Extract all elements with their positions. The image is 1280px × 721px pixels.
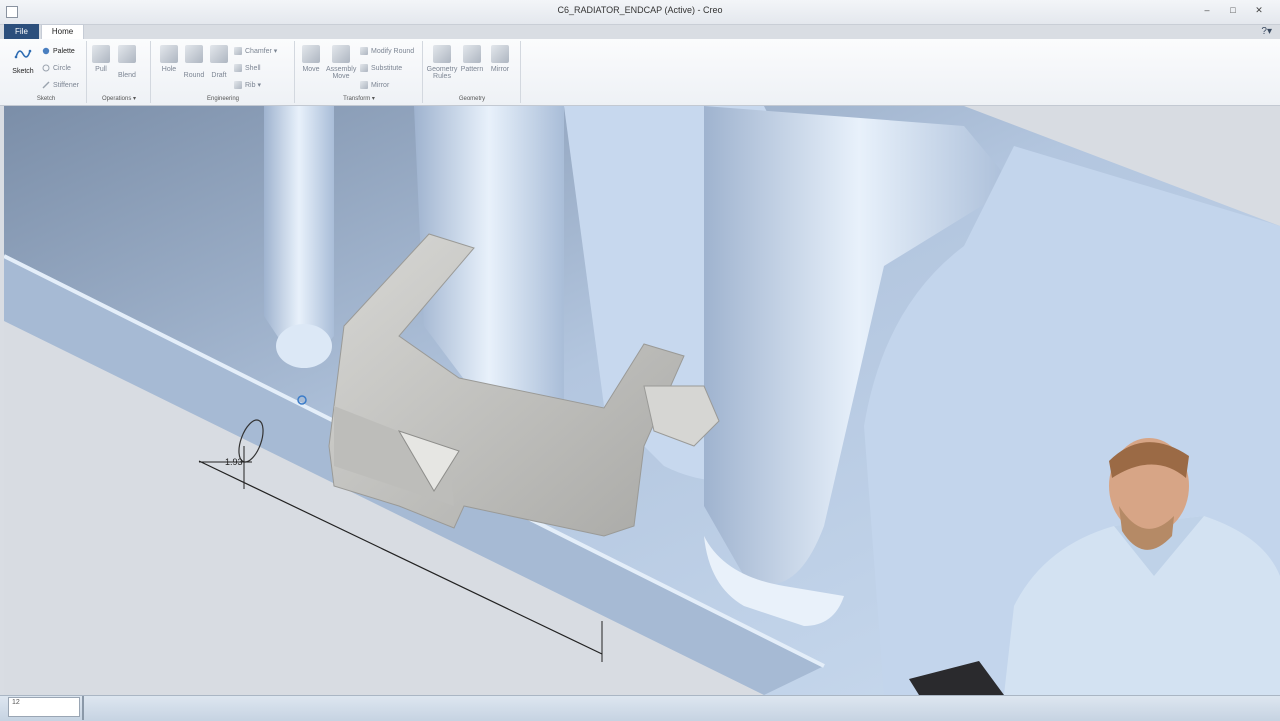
round-icon [185,45,203,63]
transform-mirror-button[interactable]: Mirror [360,80,389,90]
circle-button[interactable]: Circle [42,63,71,73]
engineering-group: Hole Round Draft Chamfer ▾ Shell Rib ▾ E… [152,41,295,103]
tab-file[interactable]: File [4,24,39,39]
modify-round-icon [360,47,368,55]
mirror-geometry-icon [491,45,509,63]
assembly-move-button[interactable]: Assembly Move [326,45,356,80]
dimension-value[interactable]: 1.93 [225,457,243,467]
geometry-mirror-button[interactable]: Mirror [486,45,514,73]
rib-button[interactable]: Rib ▾ [234,80,261,90]
assembly-move-icon [332,45,350,63]
geometry-rules-icon [433,45,451,63]
pull-button[interactable]: Pull [88,45,114,73]
pattern-icon [463,45,481,63]
shell-icon [234,64,242,72]
stiffener-icon [42,81,50,89]
substitute-button[interactable]: Substitute [360,63,402,73]
maximize-button[interactable]: □ [1226,5,1240,16]
rib-1 [264,106,334,354]
close-button[interactable]: ✕ [1252,5,1266,16]
stiffener-button[interactable]: Stiffener [42,80,79,90]
chamfer-icon [234,47,242,55]
draft-icon [210,45,228,63]
minimize-button[interactable]: – [1200,5,1214,16]
graphics-window[interactable]: 1.93 [4,106,1280,695]
shell-button[interactable]: Shell [234,63,261,73]
model-viewport[interactable]: 1.93 [4,106,1280,695]
sketch-group-label: Sketch [36,96,56,102]
hole-icon [160,45,178,63]
tab-home[interactable]: Home [40,24,85,39]
status-bar: 12 [0,695,1280,721]
engineering-group-label: Engineering [206,96,240,102]
modify-round-button[interactable]: Modify Round [360,46,414,56]
status-divider [82,696,84,720]
rib-icon [234,81,242,89]
move-icon [302,45,320,63]
sketch-group: Sketch Palette Circle Stiffener Sketch [6,41,87,103]
sketch-icon [14,49,32,59]
ribbon-tabs: File Home [4,24,85,39]
transform-group: Move Assembly Move Modify Round Substitu… [296,41,423,103]
ribbon: Sketch Palette Circle Stiffener Sketch P… [0,39,1280,106]
transform-group-label[interactable]: Transform ▾ [296,95,422,102]
blend-button[interactable]: Blend [114,45,140,79]
operations-group: Pull Blend Operations ▾ [88,41,151,103]
pull-icon [92,45,110,63]
chamfer-button[interactable]: Chamfer ▾ [234,46,277,56]
geometry-rules-button[interactable]: Geometry Rules [426,45,458,80]
move-button[interactable]: Move [298,45,324,73]
geometry-group-label: Geometry [458,96,486,102]
substitute-icon [360,64,368,72]
status-input[interactable]: 12 [8,697,80,717]
help-icon[interactable]: ?▾ [1261,26,1272,37]
circle-icon [42,64,50,72]
pattern-button[interactable]: Pattern [458,45,486,73]
hole-button[interactable]: Hole [156,45,182,73]
draft-button[interactable]: Draft [206,45,232,79]
title-bar: C6_RADIATOR_ENDCAP (Active) - Creo – □ ✕ [0,0,1280,25]
mirror-icon [360,81,368,89]
blend-icon [118,45,136,63]
pocket-1 [276,324,332,368]
sketch-button[interactable]: Sketch [10,45,36,75]
window-title: C6_RADIATOR_ENDCAP (Active) - Creo [557,5,723,15]
geometry-group: Geometry Rules Pattern Mirror Geometry [424,41,521,103]
palette-button[interactable]: Palette [42,46,75,56]
operations-group-label[interactable]: Operations ▾ [88,95,150,102]
palette-icon [42,47,50,55]
round-button[interactable]: Round [181,45,207,79]
